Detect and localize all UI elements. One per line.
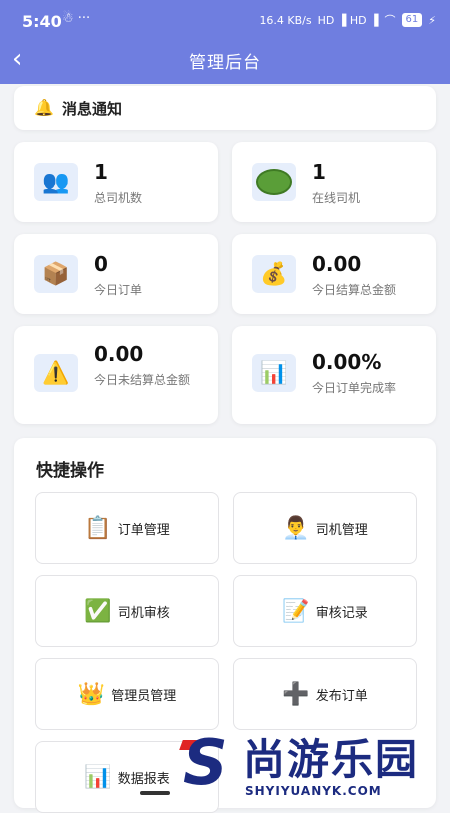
driver-icon: 👨‍💼	[282, 515, 310, 541]
button-label: 订单管理	[117, 522, 170, 538]
driver-management-button[interactable]: 👨‍💼 司机管理	[233, 492, 417, 564]
order-management-button[interactable]: 📋 订单管理	[35, 492, 219, 564]
status-bar: 5:40 ☃ ··· 16.4 KB/s HD ▐ HD ▐ ⌒ 61 ⚡	[0, 0, 450, 40]
stat-card-total-drivers: 👥 1 总司机数	[14, 142, 218, 222]
stat-label: 在线司机	[312, 191, 361, 205]
report-icon: 📊	[84, 764, 112, 790]
users-icon: 👥	[34, 163, 78, 201]
notice-card[interactable]: 🔔 消息通知	[14, 86, 436, 130]
stat-card-completion-rate: 📊 0.00% 今日订单完成率	[232, 326, 436, 424]
chart-icon: 📊	[252, 354, 296, 392]
button-label: 数据报表	[117, 771, 170, 787]
stat-value: 0.00%	[312, 350, 382, 374]
clipboard-icon: 📋	[84, 515, 112, 541]
stat-label: 今日订单	[94, 283, 143, 297]
button-label: 发布订单	[315, 688, 368, 704]
home-indicator[interactable]	[140, 791, 170, 795]
button-label: 司机审核	[117, 605, 170, 621]
stat-label: 今日订单完成率	[312, 381, 397, 395]
stat-card-unsettled-amount: ⚠️ 0.00 今日未结算总金额	[14, 326, 218, 424]
money-bag-icon: 💰	[252, 255, 296, 293]
stat-card-online-drivers: 1 在线司机	[232, 142, 436, 222]
page-title: 管理后台	[189, 53, 261, 73]
stat-value: 0.00	[312, 252, 362, 276]
memo-icon: 📝	[282, 598, 310, 624]
watermark-url: SHYIYUANYK.COM	[245, 784, 382, 798]
quick-actions-heading: 快捷操作	[36, 461, 104, 481]
wifi-icon: ⌒	[384, 14, 396, 27]
check-icon: ✅	[84, 598, 112, 624]
box-icon: 📦	[34, 255, 78, 293]
stat-value: 1	[94, 160, 108, 184]
watermark-logo: S 尚游乐园 SHYIYUANYK.COM	[175, 732, 450, 800]
network-speed: 16.4 KB/s	[259, 13, 312, 27]
button-label: 司机管理	[315, 522, 368, 538]
stat-label: 今日未结算总金额	[94, 373, 191, 387]
charging-icon: ⚡	[428, 13, 436, 27]
stat-card-settled-amount: 💰 0.00 今日结算总金额	[232, 234, 436, 314]
button-label: 管理员管理	[111, 688, 177, 704]
crown-icon: 👑	[77, 681, 106, 707]
plus-icon: ➕	[282, 681, 310, 707]
stat-value: 0	[94, 252, 108, 276]
status-time: 5:40	[22, 12, 62, 31]
online-icon	[252, 163, 296, 201]
publish-order-button[interactable]: ➕ 发布订单	[233, 658, 417, 730]
stat-card-today-orders: 📦 0 今日订单	[14, 234, 218, 314]
admin-management-button[interactable]: 👑 管理员管理	[35, 658, 219, 730]
watermark-name: 尚游乐园	[243, 735, 420, 784]
status-right: 16.4 KB/s HD ▐ HD ▐ ⌒ 61 ⚡	[259, 12, 436, 28]
review-records-button[interactable]: 📝 审核记录	[233, 575, 417, 647]
signal-icon: HD ▐ HD ▐	[317, 13, 379, 27]
notification-icons: ☃ ···	[62, 11, 91, 26]
watermark-s-icon: S	[183, 726, 228, 799]
warning-icon: ⚠️	[34, 354, 78, 392]
nav-bar: ‹ 管理后台	[0, 40, 450, 84]
stat-label: 总司机数	[94, 191, 143, 205]
stat-value: 0.00	[94, 342, 144, 366]
notice-label: 消息通知	[62, 100, 123, 118]
stat-label: 今日结算总金额	[312, 283, 397, 297]
driver-review-button[interactable]: ✅ 司机审核	[35, 575, 219, 647]
app-header: 5:40 ☃ ··· 16.4 KB/s HD ▐ HD ▐ ⌒ 61 ⚡ ‹ …	[0, 0, 450, 84]
bell-icon: 🔔	[34, 98, 54, 117]
button-label: 审核记录	[315, 605, 368, 621]
stat-value: 1	[312, 160, 326, 184]
battery-icon: 61	[401, 13, 423, 27]
